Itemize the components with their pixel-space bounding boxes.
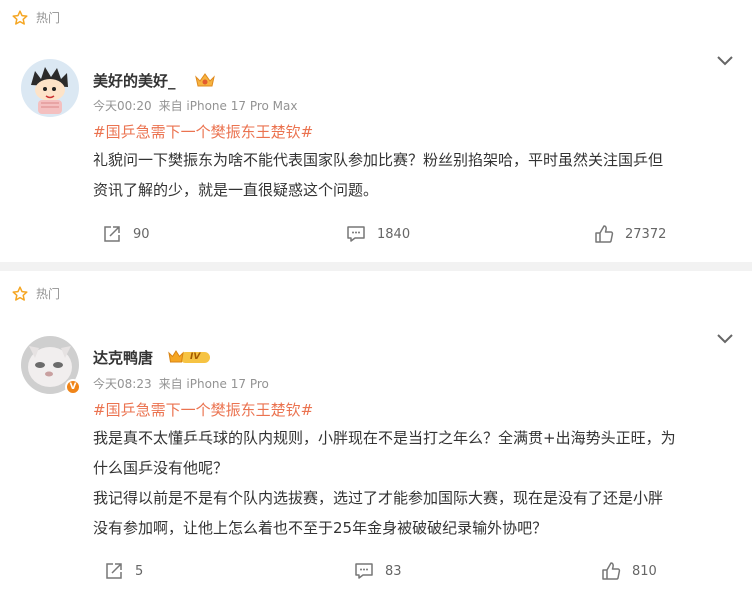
post-text-line: 我记得以前是不是有个队内选拔赛，选过了才能参加国际大赛，现在是没有了还是小胖 (93, 489, 664, 507)
post-meta: 今天08:23 来自 iPhone 17 Pro (93, 375, 269, 392)
post-card: 热门 V 达克鸭唐 IV 今天08:23 来自 iPhone 17 Pro #国乒… (0, 271, 752, 596)
avatar[interactable] (21, 59, 79, 117)
repost-button[interactable]: 5 (103, 560, 143, 582)
repost-count: 5 (135, 563, 144, 579)
post-meta: 今天00:20 来自 iPhone 17 Pro Max (93, 97, 297, 114)
comment-count: 1840 (377, 226, 411, 242)
post-time: 今天00:20 (93, 99, 152, 113)
post-text-line: 什么国乒没有他呢？ (93, 459, 229, 477)
crown-badge-icon (195, 73, 215, 87)
like-button[interactable]: 27372 (593, 223, 666, 245)
thumb-star-icon (12, 9, 28, 25)
post-text-line: 我是真不太懂乒乓球的队内规则，小胖现在不是当打之年么？全满贯+出海势头正旺，为 (93, 429, 676, 447)
chevron-down-icon[interactable] (716, 333, 734, 345)
topic-link[interactable]: #国乒急需下一个樊振东王楚钦# (93, 121, 313, 142)
chevron-down-icon[interactable] (716, 55, 734, 67)
thumb-star-icon (12, 285, 28, 301)
post-text-line: 礼貌问一下樊振东为啥不能代表国家队参加比赛？粉丝别掐架哈，平时虽然关注国乒但 (93, 151, 664, 169)
post-text-line: 没有参加啊，让他上怎么着也不至于25年金身被破破纪录输外协吧？ (93, 519, 548, 537)
like-button[interactable]: 810 (600, 560, 657, 582)
post-body: 我是真不太懂乒乓球的队内规则，小胖现在不是当打之年么？全满贯+出海势头正旺，为 … (93, 423, 743, 543)
hot-tag: 热门 (12, 285, 60, 302)
comment-button[interactable]: 83 (353, 560, 402, 582)
level-badge: IV (168, 349, 212, 365)
comment-icon (355, 563, 373, 579)
cartoon-avatar-icon (21, 59, 79, 117)
post-time: 今天08:23 (93, 377, 152, 391)
verified-badge: V (65, 379, 81, 395)
repost-button[interactable]: 90 (101, 223, 150, 245)
username[interactable]: 美好的美好_ (93, 70, 176, 91)
hot-tag: 热门 (12, 9, 60, 26)
post-body: 礼貌问一下樊振东为啥不能代表国家队参加比赛？粉丝别掐架哈，平时虽然关注国乒但 资… (93, 145, 743, 205)
comment-button[interactable]: 1840 (345, 223, 410, 245)
hot-label: 热门 (36, 287, 61, 301)
comment-icon (347, 226, 365, 242)
like-count: 27372 (625, 226, 667, 242)
post-source: 来自 iPhone 17 Pro Max (158, 99, 298, 113)
repost-count: 90 (133, 226, 150, 242)
username[interactable]: 达克鸭唐 (93, 347, 153, 368)
hot-label: 热门 (36, 11, 61, 25)
share-icon (104, 226, 120, 242)
post-source: 来自 iPhone 17 Pro (158, 377, 269, 391)
topic-link[interactable]: #国乒急需下一个樊振东王楚钦# (93, 399, 313, 420)
level-badge-text: IV (190, 352, 201, 362)
share-icon (106, 563, 122, 579)
like-count: 810 (632, 563, 657, 579)
comment-count: 83 (385, 563, 402, 579)
post-text-line: 资讯了解的少，就是一直很疑惑这个问题。 (93, 181, 379, 199)
thumbs-up-icon (602, 562, 621, 580)
post-card: 热门 美好的美好_ 今天00:20 来自 iPhone 17 Pro Max #国… (0, 0, 752, 262)
thumbs-up-icon (595, 225, 614, 243)
